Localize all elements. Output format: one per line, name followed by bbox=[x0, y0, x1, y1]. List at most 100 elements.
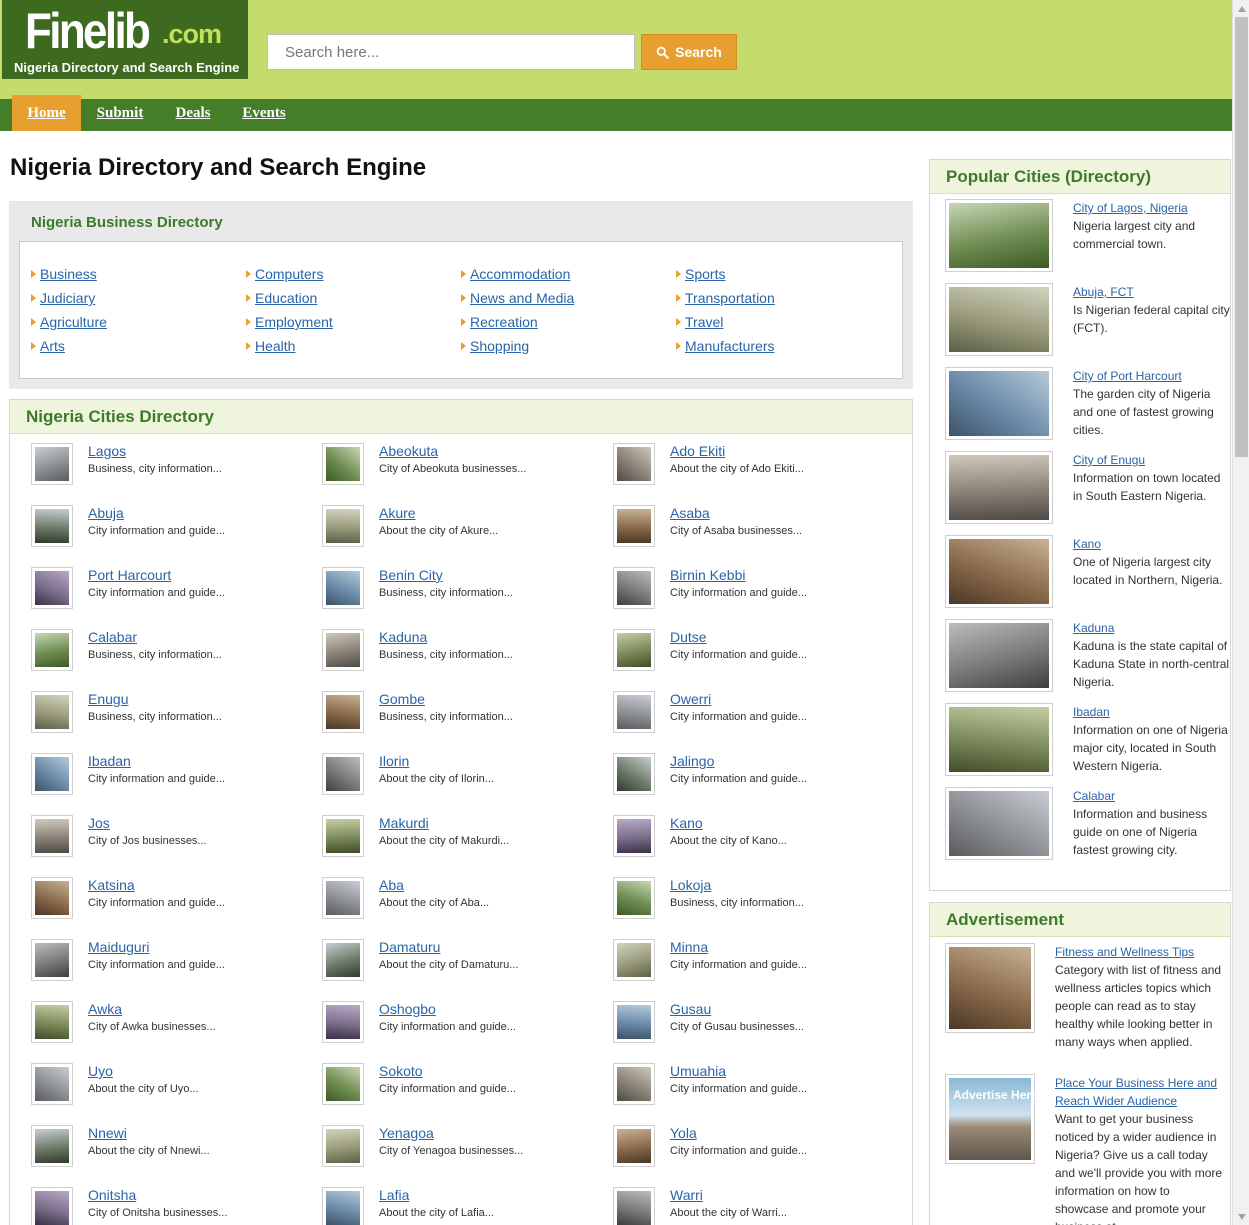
city-link[interactable]: Gombe bbox=[379, 691, 425, 707]
city-thumbnail[interactable] bbox=[322, 877, 364, 919]
popular-city-link[interactable]: Calabar bbox=[1073, 787, 1233, 805]
city-link[interactable]: Ilorin bbox=[379, 753, 409, 769]
city-thumbnail[interactable] bbox=[31, 1063, 73, 1105]
popular-city-thumbnail[interactable] bbox=[945, 283, 1053, 356]
city-link[interactable]: Makurdi bbox=[379, 815, 429, 831]
city-thumbnail[interactable] bbox=[613, 753, 655, 795]
city-link[interactable]: Port Harcourt bbox=[88, 567, 171, 583]
city-thumbnail[interactable] bbox=[31, 567, 73, 609]
city-link[interactable]: Kaduna bbox=[379, 629, 427, 645]
city-link[interactable]: Dutse bbox=[670, 629, 707, 645]
popular-city-thumbnail[interactable] bbox=[945, 451, 1053, 524]
city-link[interactable]: Benin City bbox=[379, 567, 443, 583]
city-link[interactable]: Akure bbox=[379, 505, 416, 521]
city-link[interactable]: Yenagoa bbox=[379, 1125, 434, 1141]
scroll-up-arrow-icon[interactable] bbox=[1233, 0, 1249, 17]
city-link[interactable]: Jalingo bbox=[670, 753, 714, 769]
popular-city-thumbnail[interactable] bbox=[945, 199, 1053, 272]
city-link[interactable]: Abuja bbox=[88, 505, 124, 521]
city-thumbnail[interactable] bbox=[31, 939, 73, 981]
city-thumbnail[interactable] bbox=[31, 691, 73, 733]
city-link[interactable]: Ado Ekiti bbox=[670, 443, 725, 459]
category-link-employment[interactable]: Employment bbox=[255, 314, 333, 330]
city-link[interactable]: Birnin Kebbi bbox=[670, 567, 746, 583]
city-link[interactable]: Uyo bbox=[88, 1063, 113, 1079]
category-link-agriculture[interactable]: Agriculture bbox=[40, 314, 107, 330]
city-link[interactable]: Lagos bbox=[88, 443, 126, 459]
popular-city-link[interactable]: Kaduna bbox=[1073, 619, 1233, 637]
city-link[interactable]: Oshogbo bbox=[379, 1001, 436, 1017]
city-thumbnail[interactable] bbox=[613, 1001, 655, 1043]
city-thumbnail[interactable] bbox=[322, 1187, 364, 1225]
site-logo[interactable]: Finelib .com Nigeria Directory and Searc… bbox=[2, 0, 248, 79]
city-thumbnail[interactable] bbox=[613, 567, 655, 609]
city-link[interactable]: Jos bbox=[88, 815, 110, 831]
city-thumbnail[interactable] bbox=[322, 1063, 364, 1105]
popular-city-link[interactable]: Ibadan bbox=[1073, 703, 1233, 721]
city-link[interactable]: Damaturu bbox=[379, 939, 440, 955]
city-thumbnail[interactable] bbox=[31, 1125, 73, 1167]
city-link[interactable]: Minna bbox=[670, 939, 708, 955]
category-link-judiciary[interactable]: Judiciary bbox=[40, 290, 95, 306]
category-link-education[interactable]: Education bbox=[255, 290, 317, 306]
category-link-business[interactable]: Business bbox=[40, 266, 97, 282]
city-thumbnail[interactable] bbox=[322, 629, 364, 671]
ad-thumbnail[interactable]: Advertise Here. bbox=[945, 1074, 1041, 1164]
nav-submit[interactable]: Submit bbox=[90, 99, 150, 131]
category-link-arts[interactable]: Arts bbox=[40, 338, 65, 354]
city-thumbnail[interactable] bbox=[613, 939, 655, 981]
category-link-manufacturers[interactable]: Manufacturers bbox=[685, 338, 774, 354]
city-thumbnail[interactable] bbox=[31, 1187, 73, 1225]
city-thumbnail[interactable] bbox=[322, 939, 364, 981]
city-link[interactable]: Gusau bbox=[670, 1001, 711, 1017]
search-input[interactable] bbox=[267, 34, 635, 70]
nav-home[interactable]: Home bbox=[12, 95, 81, 131]
city-link[interactable]: Enugu bbox=[88, 691, 128, 707]
ad-link[interactable]: Fitness and Wellness Tips bbox=[1055, 943, 1225, 961]
nav-deals[interactable]: Deals bbox=[168, 99, 218, 131]
city-link[interactable]: Sokoto bbox=[379, 1063, 423, 1079]
popular-city-thumbnail[interactable] bbox=[945, 703, 1053, 776]
popular-city-link[interactable]: City of Enugu bbox=[1073, 451, 1233, 469]
scrollbar-thumb[interactable] bbox=[1235, 17, 1248, 457]
category-link-recreation[interactable]: Recreation bbox=[470, 314, 538, 330]
city-thumbnail[interactable] bbox=[31, 753, 73, 795]
city-thumbnail[interactable] bbox=[31, 877, 73, 919]
popular-city-link[interactable]: City of Lagos, Nigeria bbox=[1073, 199, 1233, 217]
city-link[interactable]: Katsina bbox=[88, 877, 135, 893]
city-thumbnail[interactable] bbox=[31, 505, 73, 547]
popular-city-thumbnail[interactable] bbox=[945, 787, 1053, 860]
city-link[interactable]: Onitsha bbox=[88, 1187, 136, 1203]
popular-city-thumbnail[interactable] bbox=[945, 535, 1053, 608]
city-link[interactable]: Kano bbox=[670, 815, 703, 831]
city-link[interactable]: Owerri bbox=[670, 691, 711, 707]
city-link[interactable]: Asaba bbox=[670, 505, 710, 521]
city-thumbnail[interactable] bbox=[322, 443, 364, 485]
city-thumbnail[interactable] bbox=[31, 443, 73, 485]
city-thumbnail[interactable] bbox=[322, 1001, 364, 1043]
scroll-down-arrow-icon[interactable] bbox=[1233, 1208, 1249, 1225]
category-link-computers[interactable]: Computers bbox=[255, 266, 323, 282]
city-thumbnail[interactable] bbox=[322, 815, 364, 857]
city-link[interactable]: Lafia bbox=[379, 1187, 409, 1203]
popular-city-link[interactable]: Abuja, FCT bbox=[1073, 283, 1233, 301]
city-link[interactable]: Ibadan bbox=[88, 753, 131, 769]
nav-events[interactable]: Events bbox=[236, 99, 292, 131]
city-link[interactable]: Umuahia bbox=[670, 1063, 726, 1079]
ad-link[interactable]: Place Your Business Here and Reach Wider… bbox=[1055, 1074, 1225, 1110]
city-thumbnail[interactable] bbox=[322, 691, 364, 733]
city-thumbnail[interactable] bbox=[613, 1187, 655, 1225]
city-link[interactable]: Abeokuta bbox=[379, 443, 438, 459]
city-thumbnail[interactable] bbox=[613, 1063, 655, 1105]
city-link[interactable]: Maiduguri bbox=[88, 939, 149, 955]
city-thumbnail[interactable] bbox=[322, 1125, 364, 1167]
city-link[interactable]: Lokoja bbox=[670, 877, 711, 893]
city-link[interactable]: Yola bbox=[670, 1125, 697, 1141]
category-link-travel[interactable]: Travel bbox=[685, 314, 723, 330]
city-thumbnail[interactable] bbox=[31, 1001, 73, 1043]
category-link-shopping[interactable]: Shopping bbox=[470, 338, 529, 354]
city-thumbnail[interactable] bbox=[322, 505, 364, 547]
page-scrollbar[interactable] bbox=[1232, 0, 1249, 1225]
city-link[interactable]: Warri bbox=[670, 1187, 703, 1203]
category-link-transportation[interactable]: Transportation bbox=[685, 290, 775, 306]
